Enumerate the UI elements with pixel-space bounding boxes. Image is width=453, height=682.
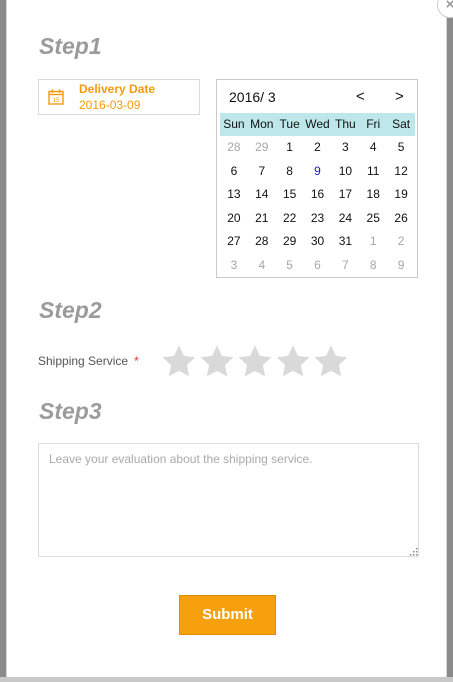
calendar-header: 2016/ 3 < > (217, 80, 417, 114)
calendar-day-other-month[interactable]: 7 (331, 254, 359, 278)
calendar-day[interactable]: 21 (248, 207, 276, 231)
calendar-day[interactable]: 14 (248, 183, 276, 207)
calendar-day-other-month[interactable]: 9 (387, 254, 415, 278)
delivery-date-value: 2016-03-09 (79, 98, 141, 112)
shipping-service-label: Shipping Service * (38, 354, 139, 368)
next-month-button[interactable]: > (395, 88, 404, 105)
calendar-day[interactable]: 16 (304, 183, 332, 207)
calendar-day[interactable]: 4 (359, 136, 387, 160)
calendar-day[interactable]: 6 (220, 160, 248, 184)
step2-title: Step2 (39, 297, 102, 323)
calendar-day[interactable]: 10 (331, 160, 359, 184)
calendar-day[interactable]: 17 (331, 183, 359, 207)
calendar-day[interactable]: 9 (304, 160, 332, 184)
weekday-sat: Sat (392, 117, 411, 131)
prev-month-button[interactable]: < (356, 88, 365, 105)
shipping-service-text: Shipping Service (38, 354, 129, 368)
delivery-date-field[interactable]: 15 Delivery Date 2016-03-09 (38, 79, 200, 115)
rating-star-2-icon[interactable] (198, 343, 236, 381)
step1-title: Step1 (39, 33, 102, 59)
calendar-day[interactable]: 8 (276, 160, 304, 184)
calendar-day[interactable]: 12 (387, 160, 415, 184)
calendar-day[interactable]: 30 (304, 230, 332, 254)
calendar-day-other-month[interactable]: 28 (220, 136, 248, 160)
calendar-day[interactable]: 29 (276, 230, 304, 254)
calendar-day[interactable]: 19 (387, 183, 415, 207)
calendar-day[interactable]: 18 (359, 183, 387, 207)
weekday-fri: Fri (366, 117, 381, 131)
rating-star-5-icon[interactable] (312, 343, 350, 381)
calendar-day[interactable]: 1 (276, 136, 304, 160)
svg-text:15: 15 (52, 97, 60, 104)
step3-title: Step3 (39, 398, 102, 424)
calendar-day[interactable]: 26 (387, 207, 415, 231)
calendar-day-other-month[interactable]: 3 (220, 254, 248, 278)
submit-button[interactable]: Submit (179, 595, 276, 635)
calendar-icon: 15 (48, 89, 64, 105)
weekday-thu: Thu (335, 117, 356, 131)
star-rating (160, 343, 350, 381)
calendar-day[interactable]: 22 (276, 207, 304, 231)
calendar-day[interactable]: 31 (331, 230, 359, 254)
close-icon: × (445, 0, 453, 13)
calendar-day[interactable]: 13 (220, 183, 248, 207)
calendar-day[interactable]: 11 (359, 160, 387, 184)
resize-grip-icon[interactable] (410, 548, 418, 556)
weekday-sun: Sun (223, 117, 245, 131)
calendar-day-other-month[interactable]: 5 (276, 254, 304, 278)
calendar-day[interactable]: 28 (248, 230, 276, 254)
calendar-day[interactable]: 25 (359, 207, 387, 231)
page-bottom-edge (0, 677, 453, 682)
close-button[interactable]: × (437, 0, 453, 18)
calendar-day-other-month[interactable]: 1 (359, 230, 387, 254)
calendar-day-other-month[interactable]: 4 (248, 254, 276, 278)
calendar-month-label: 2016/ 3 (229, 89, 276, 105)
delivery-date-label: Delivery Date (79, 82, 156, 96)
calendar-day-other-month[interactable]: 2 (387, 230, 415, 254)
calendar-day[interactable]: 20 (220, 207, 248, 231)
calendar-day[interactable]: 15 (276, 183, 304, 207)
calendar-day-other-month[interactable]: 29 (248, 136, 276, 160)
shipping-evaluation-dialog: × Step1 15 Delivery Date 2016-03-09 2016… (6, 0, 453, 682)
rating-star-1-icon[interactable] (160, 343, 198, 381)
calendar-day[interactable]: 5 (387, 136, 415, 160)
calendar-day-other-month[interactable]: 6 (304, 254, 332, 278)
calendar-day[interactable]: 24 (331, 207, 359, 231)
calendar-day-other-month[interactable]: 8 (359, 254, 387, 278)
calendar-day[interactable]: 2 (304, 136, 332, 160)
calendar-day-grid: 28 29 1 2 3 4 5 6 7 8 9 10 11 12 13 14 15 16 17 18 19 20 21 22 2… (220, 136, 415, 277)
calendar-day[interactable]: 7 (248, 160, 276, 184)
required-mark: * (134, 354, 139, 368)
weekday-tue: Tue (279, 117, 300, 131)
rating-star-4-icon[interactable] (274, 343, 312, 381)
calendar-day[interactable]: 3 (331, 136, 359, 160)
calendar-weekday-row: Sun Mon Tue Wed Thu Fri Sat (220, 113, 415, 136)
weekday-mon: Mon (250, 117, 274, 131)
calendar-day[interactable]: 27 (220, 230, 248, 254)
evaluation-textarea[interactable] (38, 443, 419, 557)
rating-star-3-icon[interactable] (236, 343, 274, 381)
weekday-wed: Wed (305, 117, 330, 131)
date-picker-calendar: 2016/ 3 < > Sun Mon Tue Wed Thu Fri Sat 28 29 1 2… (216, 79, 418, 278)
calendar-day[interactable]: 23 (304, 207, 332, 231)
